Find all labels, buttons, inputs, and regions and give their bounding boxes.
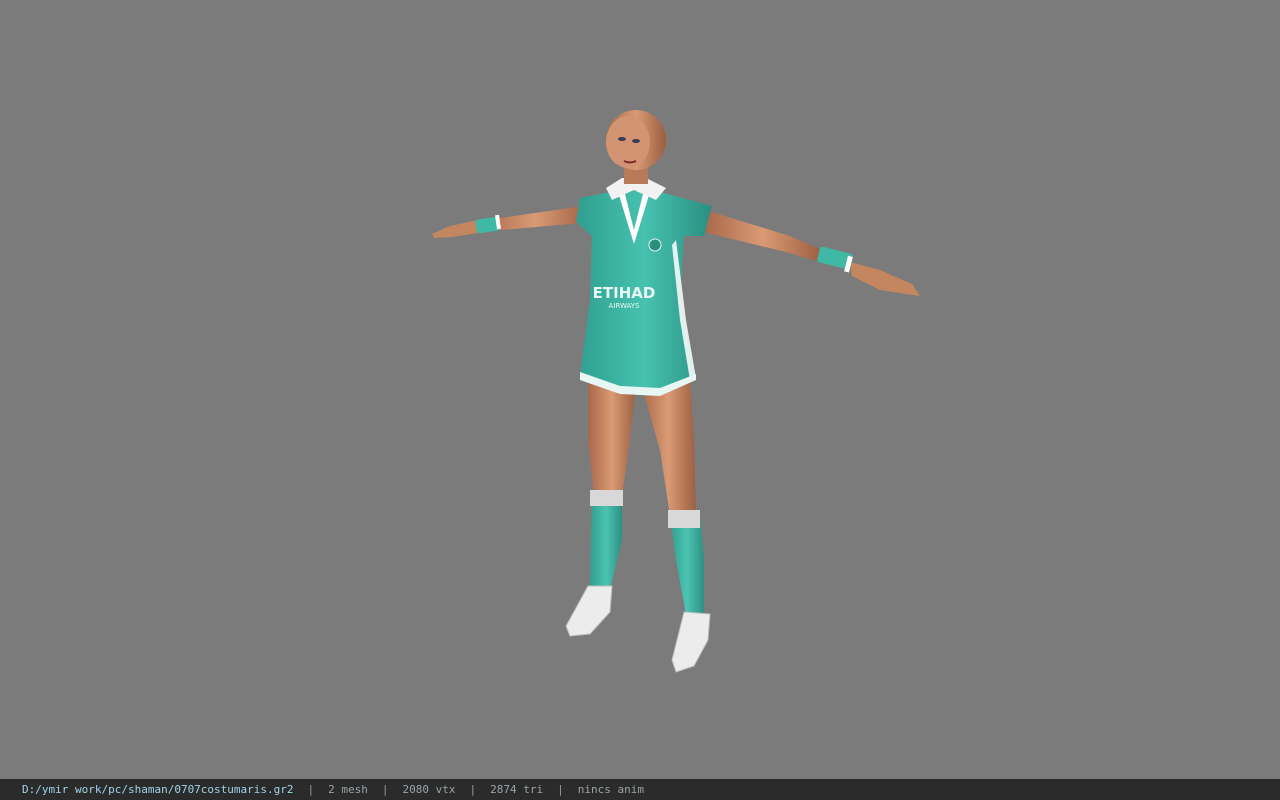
file-path-label: D:/ymir work/pc/shaman/0707costumaris.gr… [22, 783, 294, 796]
status-bar: D:/ymir work/pc/shaman/0707costumaris.gr… [0, 779, 1280, 800]
head [606, 110, 666, 184]
separator: | [557, 783, 564, 796]
mesh-count-label: 2 mesh [328, 783, 368, 796]
character-model: ETIHAD AIRWAYS [432, 110, 920, 673]
separator: | [469, 783, 477, 796]
separator: | [307, 783, 315, 796]
vertex-count-label: 2080 vtx [402, 783, 456, 796]
jersey-sponsor-subtext: AIRWAYS [609, 302, 640, 310]
3d-viewport[interactable]: ETIHAD AIRWAYS [0, 0, 1280, 779]
jersey: ETIHAD AIRWAYS [576, 178, 712, 396]
jersey-sponsor-text: ETIHAD [593, 284, 656, 302]
separator: | [381, 783, 389, 796]
left-arm [432, 205, 592, 238]
right-arm [703, 210, 920, 296]
triangle-count-label: 2874 tri [490, 783, 544, 796]
animation-status-label: nincs anim [577, 783, 644, 796]
